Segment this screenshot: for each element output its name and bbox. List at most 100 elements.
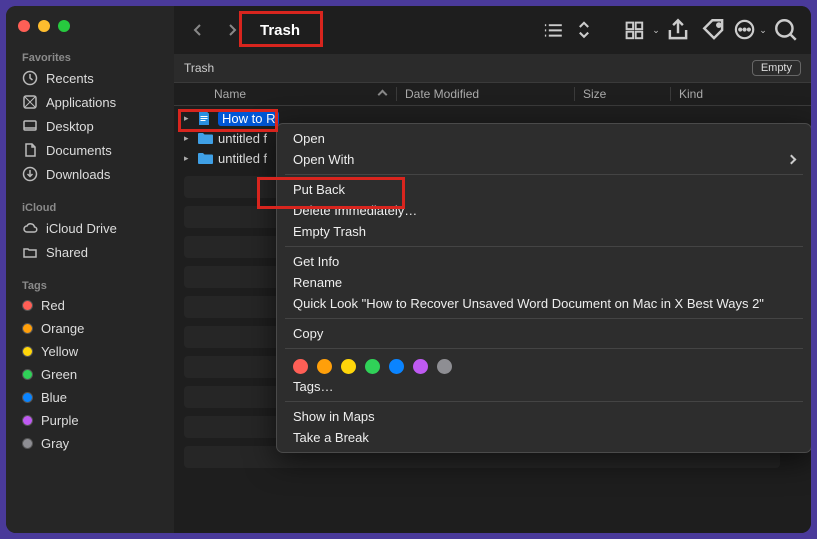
sidebar-item-recents[interactable]: Recents xyxy=(6,66,174,90)
cloud-icon xyxy=(22,220,38,236)
sidebar-tag-item[interactable]: Gray xyxy=(6,432,174,455)
sidebar-tag-item[interactable]: Orange xyxy=(6,317,174,340)
sidebar-item-label: Green xyxy=(41,367,77,382)
context-menu-item[interactable]: Show in Maps xyxy=(277,406,811,427)
sidebar-item-desktop[interactable]: Desktop xyxy=(6,114,174,138)
file-name: How to R xyxy=(218,111,279,126)
sidebar-item-label: Gray xyxy=(41,436,69,451)
context-menu-item[interactable]: Get Info xyxy=(277,251,811,272)
context-menu-item[interactable]: Quick Look "How to Recover Unsaved Word … xyxy=(277,293,811,314)
view-sort-icon[interactable] xyxy=(577,19,591,41)
app-grid-icon xyxy=(22,94,38,110)
disclosure-triangle-icon[interactable]: ▸ xyxy=(184,133,194,144)
tag-color-dot[interactable] xyxy=(341,359,356,374)
page-title: Trash xyxy=(254,20,306,41)
context-menu-label: Get Info xyxy=(293,254,339,269)
sidebar-item-label: Purple xyxy=(41,413,79,428)
tag-color-dot[interactable] xyxy=(437,359,452,374)
column-header-name[interactable]: Name xyxy=(174,87,396,101)
sidebar-tag-item[interactable]: Red xyxy=(6,294,174,317)
tag-dot-icon xyxy=(22,415,33,426)
main-pane: Trash ⌄ ⌄ Trash Empty Name Date Modified… xyxy=(174,6,811,533)
empty-trash-button[interactable]: Empty xyxy=(752,60,801,76)
context-menu-item[interactable]: Open With xyxy=(277,149,811,170)
maximize-window-button[interactable] xyxy=(58,20,70,32)
sidebar-section-favorites: Favorites xyxy=(6,46,174,66)
context-menu-separator xyxy=(285,401,803,402)
context-menu-item[interactable]: Put Back xyxy=(277,179,811,200)
column-header-date[interactable]: Date Modified xyxy=(396,87,574,101)
sidebar-item-shared[interactable]: Shared xyxy=(6,240,174,264)
context-menu-item[interactable]: Delete Immediately… xyxy=(277,200,811,221)
view-list-button[interactable] xyxy=(541,19,567,41)
tag-color-dot[interactable] xyxy=(389,359,404,374)
tag-color-dot[interactable] xyxy=(413,359,428,374)
context-menu-separator xyxy=(285,246,803,247)
disclosure-triangle-icon[interactable]: ▸ xyxy=(184,153,194,164)
folder-icon xyxy=(198,131,214,145)
sidebar-section-tags: Tags xyxy=(6,274,174,294)
sidebar-item-label: Red xyxy=(41,298,65,313)
sidebar-item-label: Blue xyxy=(41,390,67,405)
sidebar-item-applications[interactable]: Applications xyxy=(6,90,174,114)
clock-icon xyxy=(22,70,38,86)
close-window-button[interactable] xyxy=(18,20,30,32)
group-button[interactable]: ⌄ xyxy=(629,19,655,41)
window-controls xyxy=(6,14,174,46)
path-label: Trash xyxy=(184,61,214,75)
column-header-size[interactable]: Size xyxy=(574,87,670,101)
back-button[interactable] xyxy=(186,18,210,42)
sidebar-section-icloud: iCloud xyxy=(6,196,174,216)
sidebar-item-label: Orange xyxy=(41,321,84,336)
minimize-window-button[interactable] xyxy=(38,20,50,32)
tag-dot-icon xyxy=(22,369,33,380)
shared-folder-icon xyxy=(22,244,38,260)
context-menu-label: Quick Look "How to Recover Unsaved Word … xyxy=(293,296,764,311)
tag-color-dot[interactable] xyxy=(317,359,332,374)
actions-button[interactable]: ⌄ xyxy=(737,19,763,41)
column-header-kind[interactable]: Kind xyxy=(670,87,811,101)
tags-button[interactable] xyxy=(701,19,727,41)
context-menu-label: Copy xyxy=(293,326,323,341)
forward-button[interactable] xyxy=(220,18,244,42)
tag-dot-icon xyxy=(22,300,33,311)
share-button[interactable] xyxy=(665,19,691,41)
file-list: ▸How to R▸untitled f▸untitled f OpenOpen… xyxy=(174,106,811,533)
tag-color-dot[interactable] xyxy=(293,359,308,374)
download-icon xyxy=(22,166,38,182)
context-menu-item[interactable]: Empty Trash xyxy=(277,221,811,242)
context-menu-separator xyxy=(285,174,803,175)
path-bar: Trash Empty xyxy=(174,54,811,82)
file-name: untitled f xyxy=(218,151,267,166)
sidebar-tag-item[interactable]: Green xyxy=(6,363,174,386)
sidebar-item-downloads[interactable]: Downloads xyxy=(6,162,174,186)
disclosure-triangle-icon[interactable]: ▸ xyxy=(184,113,194,124)
context-menu-label: Rename xyxy=(293,275,342,290)
context-menu-tag-colors xyxy=(277,353,811,376)
context-menu-label: Delete Immediately… xyxy=(293,203,417,218)
tag-color-dot[interactable] xyxy=(365,359,380,374)
sidebar-tag-item[interactable]: Yellow xyxy=(6,340,174,363)
context-menu-label: Open With xyxy=(293,152,354,167)
sidebar-item-label: Recents xyxy=(46,71,94,86)
context-menu-item[interactable]: Take a Break xyxy=(277,427,811,448)
sidebar-tag-item[interactable]: Purple xyxy=(6,409,174,432)
tag-dot-icon xyxy=(22,346,33,357)
chevron-right-icon xyxy=(787,155,797,165)
sidebar-item-label: Downloads xyxy=(46,167,110,182)
sidebar-item-icloud-drive[interactable]: iCloud Drive xyxy=(6,216,174,240)
tag-dot-icon xyxy=(22,392,33,403)
sidebar-item-documents[interactable]: Documents xyxy=(6,138,174,162)
context-menu-item[interactable]: Copy xyxy=(277,323,811,344)
toolbar: Trash ⌄ ⌄ xyxy=(174,6,811,54)
sidebar-item-label: iCloud Drive xyxy=(46,221,117,236)
context-menu-separator xyxy=(285,348,803,349)
context-menu-item[interactable]: Open xyxy=(277,128,811,149)
search-button[interactable] xyxy=(773,19,799,41)
context-menu-label: Show in Maps xyxy=(293,409,375,424)
context-menu-item[interactable]: Rename xyxy=(277,272,811,293)
tag-dot-icon xyxy=(22,323,33,334)
desktop-icon xyxy=(22,118,38,134)
sidebar-tag-item[interactable]: Blue xyxy=(6,386,174,409)
context-menu-item[interactable]: Tags… xyxy=(277,376,811,397)
